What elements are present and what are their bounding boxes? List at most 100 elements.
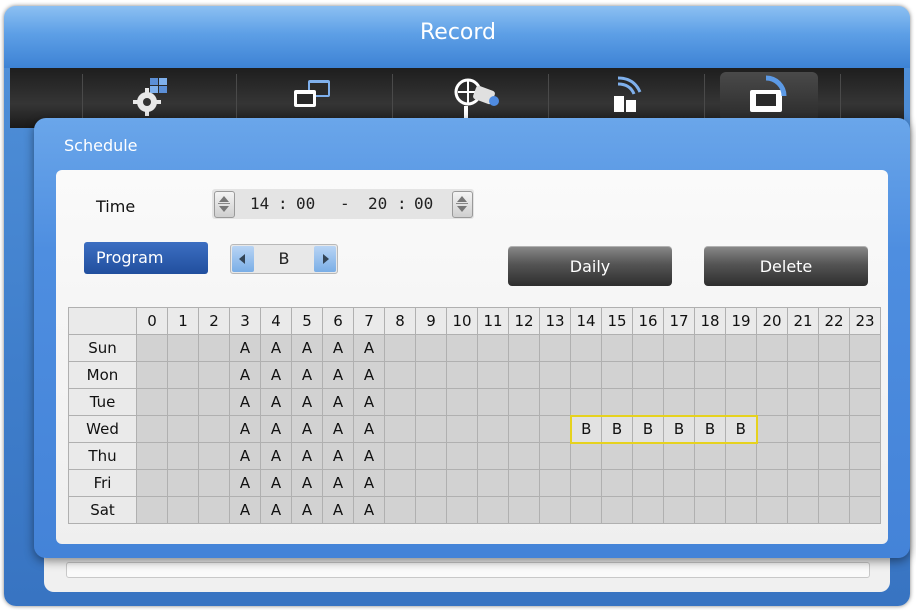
program-button[interactable]: Program [84, 242, 208, 274]
schedule-cell[interactable] [477, 388, 509, 416]
schedule-cell[interactable] [725, 334, 757, 362]
schedule-cell[interactable] [446, 334, 478, 362]
schedule-cell[interactable]: A [291, 361, 323, 389]
schedule-cell[interactable] [167, 442, 199, 470]
schedule-cell[interactable] [849, 469, 881, 497]
schedule-cell[interactable] [384, 361, 416, 389]
schedule-cell[interactable]: A [229, 361, 261, 389]
schedule-cell[interactable] [632, 361, 664, 389]
schedule-cell[interactable] [415, 442, 447, 470]
schedule-cell[interactable] [694, 388, 726, 416]
start-minute[interactable]: 00 [296, 194, 315, 213]
time-range-field[interactable]: 14 : 00 - 20 : 00 [212, 189, 474, 219]
schedule-cell[interactable] [415, 361, 447, 389]
schedule-cell[interactable] [384, 496, 416, 524]
schedule-cell[interactable] [694, 361, 726, 389]
schedule-cell[interactable] [694, 469, 726, 497]
schedule-cell[interactable] [756, 388, 788, 416]
schedule-cell[interactable] [570, 388, 602, 416]
schedule-cell[interactable] [632, 496, 664, 524]
windows-icon[interactable] [288, 74, 338, 124]
schedule-cell[interactable] [136, 469, 168, 497]
schedule-cell[interactable] [384, 388, 416, 416]
spin-down-icon[interactable] [457, 206, 467, 212]
schedule-cell[interactable] [384, 334, 416, 362]
schedule-cell[interactable] [446, 388, 478, 416]
schedule-cell[interactable] [694, 442, 726, 470]
schedule-cell[interactable] [818, 469, 850, 497]
schedule-cell[interactable]: A [322, 334, 354, 362]
schedule-cell[interactable]: A [291, 469, 323, 497]
schedule-cell[interactable] [663, 442, 695, 470]
schedule-cell[interactable] [477, 415, 509, 443]
schedule-cell[interactable] [167, 469, 199, 497]
schedule-cell[interactable] [508, 388, 540, 416]
schedule-cell[interactable] [818, 361, 850, 389]
schedule-cell[interactable] [787, 388, 819, 416]
program-selector[interactable]: B [230, 244, 338, 274]
schedule-cell[interactable] [787, 496, 819, 524]
start-hour[interactable]: 14 [250, 194, 269, 213]
schedule-cell[interactable]: A [291, 415, 323, 443]
schedule-cell[interactable]: B [601, 414, 633, 444]
schedule-cell[interactable] [632, 442, 664, 470]
schedule-cell[interactable]: A [260, 469, 292, 497]
schedule-cell[interactable] [818, 496, 850, 524]
schedule-cell[interactable]: B [725, 414, 758, 444]
schedule-cell[interactable] [570, 361, 602, 389]
schedule-cell[interactable] [756, 361, 788, 389]
schedule-cell[interactable] [198, 496, 230, 524]
schedule-cell[interactable] [384, 469, 416, 497]
schedule-cell[interactable] [601, 469, 633, 497]
schedule-cell[interactable] [384, 415, 416, 443]
schedule-cell[interactable] [632, 469, 664, 497]
schedule-cell[interactable]: A [291, 388, 323, 416]
schedule-cell[interactable] [198, 415, 230, 443]
schedule-cell[interactable] [167, 496, 199, 524]
end-hour[interactable]: 20 [368, 194, 387, 213]
schedule-cell[interactable] [508, 361, 540, 389]
schedule-cell[interactable] [632, 388, 664, 416]
schedule-cell[interactable]: A [291, 442, 323, 470]
schedule-cell[interactable] [601, 334, 633, 362]
schedule-cell[interactable]: A [260, 388, 292, 416]
schedule-cell[interactable] [446, 469, 478, 497]
schedule-cell[interactable] [446, 496, 478, 524]
schedule-cell[interactable] [570, 496, 602, 524]
schedule-cell[interactable]: A [353, 334, 385, 362]
schedule-cell[interactable] [818, 388, 850, 416]
schedule-cell[interactable] [508, 469, 540, 497]
schedule-cell[interactable] [849, 496, 881, 524]
schedule-cell[interactable] [663, 334, 695, 362]
schedule-cell[interactable] [725, 496, 757, 524]
schedule-cell[interactable] [477, 334, 509, 362]
schedule-cell[interactable] [384, 442, 416, 470]
schedule-cell[interactable] [725, 442, 757, 470]
schedule-cell[interactable] [539, 469, 571, 497]
spin-up-icon[interactable] [457, 196, 467, 202]
schedule-cell[interactable] [570, 442, 602, 470]
schedule-cell[interactable] [508, 334, 540, 362]
schedule-cell[interactable] [539, 334, 571, 362]
spin-down-icon[interactable] [219, 206, 229, 212]
schedule-cell[interactable] [694, 496, 726, 524]
schedule-cell[interactable] [539, 496, 571, 524]
daily-button[interactable]: Daily [508, 246, 672, 286]
schedule-cell[interactable] [446, 442, 478, 470]
schedule-cell[interactable] [694, 334, 726, 362]
schedule-cell[interactable]: A [260, 442, 292, 470]
schedule-cell[interactable] [477, 496, 509, 524]
schedule-cell[interactable]: A [291, 334, 323, 362]
schedule-cell[interactable]: A [353, 442, 385, 470]
schedule-cell[interactable] [477, 442, 509, 470]
background-scrollbar[interactable] [66, 562, 870, 578]
schedule-cell[interactable] [601, 442, 633, 470]
schedule-cell[interactable] [415, 415, 447, 443]
schedule-cell[interactable]: A [353, 469, 385, 497]
schedule-cell[interactable] [849, 388, 881, 416]
schedule-cell[interactable] [539, 415, 571, 443]
schedule-cell[interactable] [415, 388, 447, 416]
schedule-cell[interactable] [539, 361, 571, 389]
schedule-cell[interactable] [849, 361, 881, 389]
schedule-cell[interactable]: A [229, 442, 261, 470]
